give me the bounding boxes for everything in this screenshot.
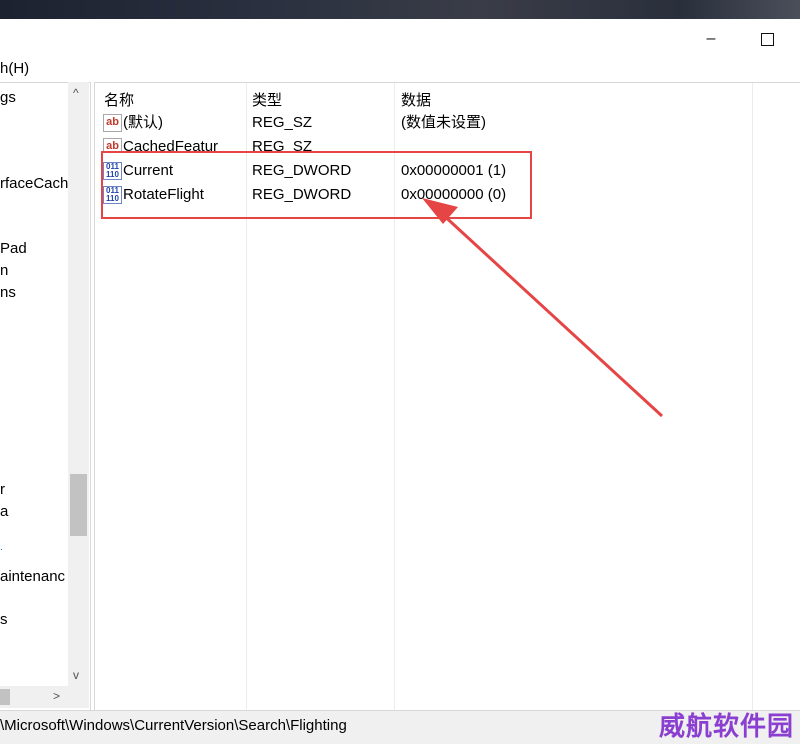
annotation-arrow-icon [422, 198, 664, 418]
registry-path: \Microsoft\Windows\CurrentVersion\Search… [0, 717, 347, 734]
watermark-logo: 威航软件园 [658, 712, 794, 742]
status-bar: \Microsoft\Windows\CurrentVersion\Search… [0, 710, 800, 744]
